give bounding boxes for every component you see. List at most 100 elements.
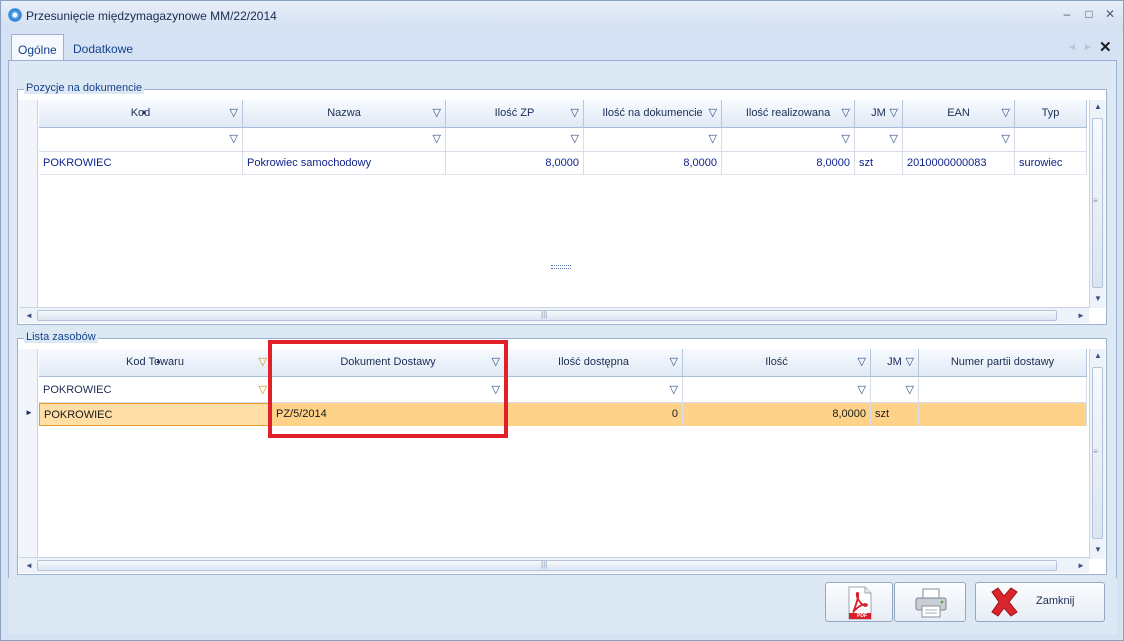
filter-icon[interactable]: ▽ [1002, 100, 1010, 127]
positions-group: Pozycje na dokumencie ▲ Kod ▽ Nazwa ▽ Il… [17, 82, 1107, 325]
col-header-kod[interactable]: ▲ Kod ▽ [39, 100, 243, 128]
cell-nazwa[interactable]: Pokrowiec samochodowy [243, 152, 446, 175]
filter-icon[interactable]: ▽ [670, 349, 678, 376]
filter-icon[interactable]: ▽ [858, 377, 866, 402]
tab-prev-icon[interactable]: ◄ [1067, 42, 1077, 53]
print-button[interactable] [894, 582, 966, 622]
cell-ilosc-zp[interactable]: 8,0000 [446, 152, 584, 175]
col-header-ilosc-na-dokumencie[interactable]: Ilość na dokumencie ▽ [584, 100, 722, 128]
row-indicator-column [18, 349, 38, 559]
filter-cell-kod[interactable]: ▽ [39, 128, 243, 152]
filter-icon[interactable]: ▽ [709, 128, 717, 150]
resources-vertical-scrollbar[interactable]: ▲ ≡ ▼ [1089, 349, 1105, 559]
positions-caption: Pozycje na dokumencie [24, 82, 145, 94]
cell-ilosc-realizowana[interactable]: 8,0000 [722, 152, 855, 175]
pdf-button[interactable]: PDF [825, 582, 893, 622]
filter-icon[interactable]: ▽ [842, 100, 850, 127]
filter-icon[interactable]: ▽ [230, 100, 238, 127]
col-header-ilosc-zp[interactable]: Ilość ZP ▽ [446, 100, 584, 128]
filter-icon[interactable]: ▽ [709, 100, 717, 127]
tab-next-icon[interactable]: ► [1083, 42, 1093, 53]
filter-cell-jm[interactable]: ▽ [871, 377, 919, 403]
cell-typ[interactable]: surowiec [1015, 152, 1087, 175]
title-bar: Przesunięcie międzymagazynowe MM/22/2014… [1, 1, 1123, 29]
table-row[interactable]: POKROWIEC Pokrowiec samochodowy 8,0000 8… [39, 152, 1087, 175]
filter-icon[interactable]: ▽ [571, 100, 579, 127]
close-window-button[interactable]: ✕ [1102, 6, 1118, 22]
cell-ilosc-na-dokumencie[interactable]: 8,0000 [584, 152, 722, 175]
filter-active-icon[interactable]: ▽ [259, 377, 267, 402]
panel-splitter[interactable] [551, 265, 571, 269]
filter-icon[interactable]: ▽ [842, 128, 850, 150]
cell-jm[interactable]: szt [871, 403, 919, 426]
filter-cell-kod-towaru[interactable]: POKROWIEC ▽ [39, 377, 272, 403]
filter-active-icon[interactable]: ▽ [259, 349, 267, 376]
cell-kod-towaru[interactable]: POKROWIEC [39, 403, 272, 426]
positions-filter-row: ▽ ▽ ▽ ▽ ▽ ▽ ▽ [39, 128, 1087, 152]
col-header-typ[interactable]: Typ [1015, 100, 1087, 128]
tab-dodatkowe[interactable]: Dodatkowe [67, 34, 139, 61]
row-indicator-column [18, 100, 38, 308]
filter-icon[interactable]: ▽ [906, 377, 914, 402]
col-header-nazwa[interactable]: Nazwa ▽ [243, 100, 446, 128]
bottom-toolbar: PDF Zamknij [8, 578, 1117, 634]
resources-header: ▲ Kod Towaru ▽ Dokument Dostawy ▽ Ilość … [39, 349, 1087, 377]
filter-icon[interactable]: ▽ [433, 128, 441, 150]
filter-icon[interactable]: ▽ [433, 100, 441, 127]
red-x-icon [991, 587, 1018, 617]
resources-group: Lista zasobów ► ▲ Kod Towaru ▽ Dokument … [17, 331, 1107, 575]
filter-icon[interactable]: ▽ [890, 128, 898, 150]
filter-icon[interactable]: ▽ [230, 128, 238, 150]
filter-cell-ean[interactable]: ▽ [903, 128, 1015, 152]
minimize-button[interactable]: – [1059, 6, 1075, 22]
filter-cell-numer-partii[interactable] [919, 377, 1087, 403]
filter-icon[interactable]: ▽ [858, 349, 866, 376]
positions-horizontal-scrollbar[interactable]: ◄ ||| ► [19, 307, 1089, 323]
filter-icon[interactable]: ▽ [1002, 128, 1010, 150]
col-header-numer-partii-dostawy[interactable]: Numer partii dostawy [919, 349, 1087, 377]
filter-icon[interactable]: ▽ [906, 349, 914, 376]
window: Przesunięcie międzymagazynowe MM/22/2014… [0, 0, 1124, 641]
cell-jm[interactable]: szt [855, 152, 903, 175]
tab-close-icon[interactable]: ✕ [1099, 38, 1112, 56]
filter-cell-typ[interactable] [1015, 128, 1087, 152]
col-header-ean[interactable]: EAN ▽ [903, 100, 1015, 128]
close-button[interactable]: Zamknij [975, 582, 1105, 622]
cell-ilosc[interactable]: 8,0000 [683, 403, 871, 426]
maximize-button[interactable]: □ [1081, 6, 1097, 22]
filter-icon[interactable]: ▽ [890, 100, 898, 127]
printer-icon [915, 588, 947, 618]
filter-cell-ilosc-dostepna[interactable]: ▽ [505, 377, 683, 403]
close-button-label: Zamknij [1036, 595, 1075, 607]
pdf-badge: PDF [857, 613, 867, 619]
positions-vertical-scrollbar[interactable]: ▲ ≡ ▼ [1089, 100, 1105, 308]
resources-horizontal-scrollbar[interactable]: ◄ ||| ► [19, 557, 1089, 573]
filter-cell-ilosc-na-dokumencie[interactable]: ▽ [584, 128, 722, 152]
highlight-annotation-box [268, 340, 508, 438]
filter-cell-ilosc-realizowana[interactable]: ▽ [722, 128, 855, 152]
col-header-ilosc-dostepna[interactable]: Ilość dostępna ▽ [505, 349, 683, 377]
current-row-arrow-icon: ► [25, 408, 33, 417]
cell-ean[interactable]: 2010000000083 [903, 152, 1015, 175]
col-header-ilosc[interactable]: Ilość ▽ [683, 349, 871, 377]
filter-cell-ilosc-zp[interactable]: ▽ [446, 128, 584, 152]
tab-ogolne[interactable]: Ogólne [11, 34, 64, 61]
filter-value: POKROWIEC [43, 384, 112, 396]
filter-cell-ilosc[interactable]: ▽ [683, 377, 871, 403]
filter-icon[interactable]: ▽ [670, 377, 678, 402]
filter-icon[interactable]: ▽ [571, 128, 579, 150]
cell-numer-partii[interactable] [919, 403, 1087, 426]
table-row[interactable]: POKROWIEC PZ/5/2014 0 8,0000 szt [39, 403, 1087, 426]
col-header-ilosc-realizowana[interactable]: Ilość realizowana ▽ [722, 100, 855, 128]
resources-caption: Lista zasobów [24, 331, 98, 343]
filter-cell-jm[interactable]: ▽ [855, 128, 903, 152]
filter-cell-nazwa[interactable]: ▽ [243, 128, 446, 152]
app-icon [8, 8, 22, 22]
cell-ilosc-dostepna[interactable]: 0 [505, 403, 683, 426]
col-header-jm[interactable]: JM ▽ [855, 100, 903, 128]
col-header-kod-towaru[interactable]: ▲ Kod Towaru ▽ [39, 349, 272, 377]
col-header-jm[interactable]: JM ▽ [871, 349, 919, 377]
resources-filter-row: POKROWIEC ▽ ▽ ▽ ▽ ▽ [39, 377, 1087, 403]
window-title: Przesunięcie międzymagazynowe MM/22/2014 [26, 9, 277, 23]
cell-kod[interactable]: POKROWIEC [39, 152, 243, 175]
